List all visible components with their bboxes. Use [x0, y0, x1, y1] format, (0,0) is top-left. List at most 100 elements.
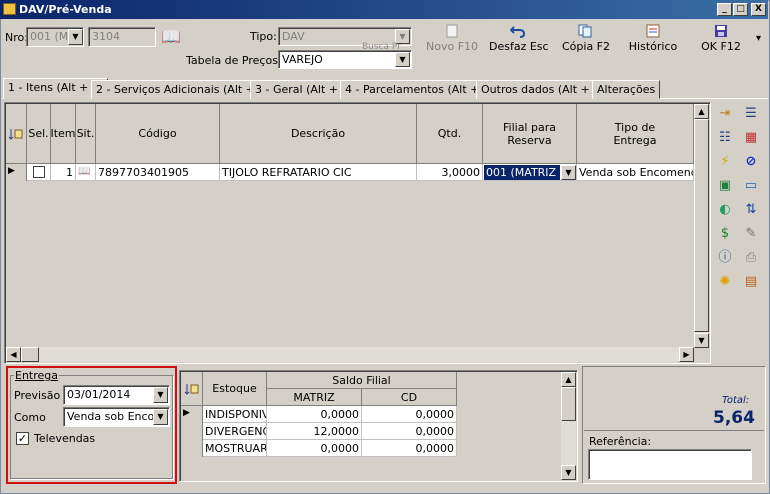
close-button[interactable]: X: [751, 3, 766, 16]
insert-row-icon[interactable]: ⇥: [716, 105, 734, 123]
ok-button[interactable]: OK F12: [698, 24, 744, 60]
minimize-button[interactable]: _: [717, 3, 732, 16]
grid-header-qtd[interactable]: Qtd.: [417, 104, 483, 164]
grid-header-sit[interactable]: Sit.: [76, 104, 96, 164]
edit-note-icon[interactable]: ✎: [742, 225, 760, 243]
list-details-icon[interactable]: ☷: [716, 129, 734, 147]
table-row[interactable]: MOSTRUAR 0,0000 0,0000: [181, 440, 457, 457]
lightning-icon[interactable]: ⚡: [716, 153, 734, 171]
estoque-header[interactable]: Estoque: [203, 372, 267, 406]
row-filial-select[interactable]: 001 (MATRIZ ): [484, 165, 560, 180]
title-bar[interactable]: DAV/Pré-Venda _ □ X: [0, 0, 768, 19]
tabela-dropdown-button[interactable]: ▼: [395, 52, 410, 67]
table-row[interactable]: ▶ INDISPONIV 0,0000 0,0000: [181, 406, 457, 423]
televendas-checkbox[interactable]: ✓: [16, 432, 29, 445]
row-filial-dropdown-button[interactable]: ▼: [561, 165, 576, 180]
estoque-row-indicator: ▶: [181, 406, 203, 423]
tab-outros-dados[interactable]: Outros dados (Alt + 0): [476, 80, 610, 99]
toolbar-more-button[interactable]: ▾: [756, 33, 761, 44]
row-filial-cell[interactable]: 001 (MATRIZ ) ▼: [483, 164, 577, 181]
row-indicator: ▶: [6, 164, 27, 181]
entrega-label: Entrega: [14, 369, 60, 382]
desfaz-button[interactable]: Desfaz Esc: [489, 24, 549, 60]
undo-icon: [510, 26, 526, 38]
sort-filter-icon: [8, 128, 23, 140]
grid-header-descricao[interactable]: Descrição: [220, 104, 417, 164]
grid-vertical-scrollbar[interactable]: ▲ ▼: [694, 104, 709, 348]
scroll-thumb[interactable]: [694, 119, 709, 332]
row-qtd: 3,0000: [417, 164, 483, 181]
estoque-scroll-up-button[interactable]: ▲: [561, 372, 576, 387]
money-icon[interactable]: $: [716, 225, 734, 243]
estoque-row-cd: 0,0000: [362, 423, 457, 440]
scroll-right-button[interactable]: ▶: [679, 347, 694, 362]
tab-alteracoes[interactable]: Alterações: [592, 80, 661, 99]
row-select-checkbox[interactable]: [33, 166, 45, 178]
previsao-dropdown-button[interactable]: ▼: [153, 387, 168, 403]
copia-button[interactable]: Cópia F2: [562, 24, 611, 60]
save-disk-icon: [715, 25, 727, 37]
scroll-down-button[interactable]: ▼: [694, 333, 709, 348]
table-row[interactable]: DIVERGENC 12,0000 0,0000: [181, 423, 457, 440]
previsao-label: Previsão: [14, 389, 61, 402]
grid-header-tipo-entrega[interactable]: Tipo de Entrega: [577, 104, 694, 164]
row-sel-cell[interactable]: [27, 164, 51, 181]
previsao-value: 03/01/2014: [67, 388, 131, 401]
estoque-header-indicator: [181, 372, 203, 406]
new-document-icon: [446, 24, 458, 38]
book-icon[interactable]: ▤: [742, 273, 760, 291]
scroll-left-button[interactable]: ◀: [6, 347, 21, 362]
nro-label: Nro:: [5, 31, 28, 44]
grid-header-item[interactable]: Item: [50, 104, 76, 164]
open-book-icon[interactable]: 📖: [158, 27, 184, 51]
grid-header-filial[interactable]: Filial para Reserva: [483, 104, 577, 164]
cancel-icon[interactable]: ⊘: [742, 153, 760, 171]
estoque-scroll-thumb[interactable]: [561, 387, 576, 421]
grid-header-codigo[interactable]: Código: [96, 104, 220, 164]
row-item: 1: [51, 164, 76, 181]
row-codigo: 7897703401905: [96, 164, 220, 181]
star-icon[interactable]: ✺: [716, 273, 734, 291]
list-icon[interactable]: ☰: [742, 105, 760, 123]
cd-header[interactable]: CD: [362, 389, 457, 406]
hscroll-thumb[interactable]: [21, 347, 39, 362]
scroll-up-button[interactable]: ▲: [694, 104, 709, 119]
row-descricao: TIJOLO REFRATARIO CIC: [220, 164, 417, 181]
estoque-row-matriz: 12,0000: [267, 423, 362, 440]
saldo-filial-header: Saldo Filial: [267, 372, 457, 389]
tabela-precos-select[interactable]: VAREJO: [278, 50, 412, 69]
nro-dropdown-button[interactable]: ▼: [68, 29, 83, 45]
tabela-precos-label: Tabela de Preços:: [186, 54, 282, 67]
tabela-precos-value: VAREJO: [282, 53, 323, 66]
grid-header-sel[interactable]: Sel.: [27, 104, 51, 164]
nro-number-field[interactable]: 3104: [88, 27, 156, 47]
book-status-icon: 📖: [76, 164, 96, 181]
transfer-icon[interactable]: ⇅: [742, 201, 760, 219]
print-icon[interactable]: ⎙: [742, 249, 760, 267]
tab-servicos[interactable]: 2 - Serviços Adicionais (Alt + 2): [91, 80, 275, 99]
table-row[interactable]: ▶ 1 📖 7897703401905 TIJOLO REFRATARIO CI…: [6, 164, 694, 181]
estoque-vertical-scrollbar[interactable]: ▲ ▼: [561, 372, 576, 480]
export-icon[interactable]: ▣: [716, 177, 734, 195]
historico-label: Histórico: [628, 40, 678, 53]
grid-toggle-icon[interactable]: ▦: [742, 129, 760, 147]
restore-button[interactable]: □: [733, 3, 748, 16]
copy-icon: [578, 24, 592, 38]
history-icon: [646, 24, 660, 38]
novo-button[interactable]: Novo F10: [426, 24, 478, 60]
referencia-field[interactable]: [588, 449, 752, 480]
como-label: Como: [14, 411, 46, 424]
copia-label: Cópia F2: [562, 40, 611, 53]
row-tipo-entrega: Venda sob Encomenda: [579, 164, 694, 181]
refresh-icon[interactable]: ◐: [716, 201, 734, 219]
grid-horizontal-scrollbar[interactable]: ◀ ▶: [6, 347, 694, 362]
estoque-row-name: DIVERGENC: [205, 423, 267, 440]
como-dropdown-button[interactable]: ▼: [153, 409, 168, 425]
window-icon[interactable]: ▭: [742, 177, 760, 195]
estoque-row-name: MOSTRUAR: [205, 440, 267, 457]
estoque-scroll-down-button[interactable]: ▼: [561, 465, 576, 480]
total-value: 5,64: [713, 408, 755, 428]
info-icon[interactable]: ⓘ: [716, 249, 734, 267]
historico-button[interactable]: Histórico: [628, 24, 678, 60]
matriz-header[interactable]: MATRIZ: [267, 389, 362, 406]
